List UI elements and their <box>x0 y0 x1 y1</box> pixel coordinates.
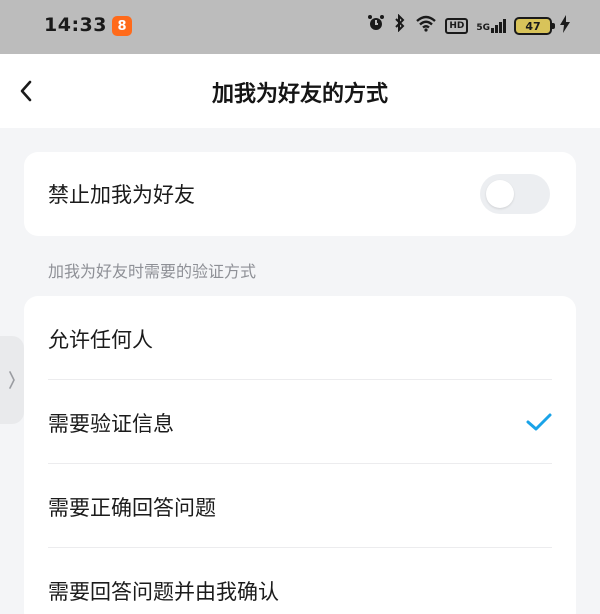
block-friend-toggle[interactable] <box>480 174 550 214</box>
battery-icon: 47 <box>514 17 555 35</box>
status-time: 14:33 <box>44 14 107 36</box>
block-friend-label: 禁止加我为好友 <box>48 183 195 207</box>
verification-options-card: 允许任何人 需要验证信息 需要正确回答问题 需要回答问题并由我确认 <box>24 296 576 614</box>
alarm-icon <box>367 14 385 38</box>
wifi-icon <box>415 14 437 38</box>
bluetooth-icon <box>393 13 407 38</box>
page-title: 加我为好友的方式 <box>211 82 388 107</box>
status-bar: 14:33 8 HD 5G 47 <box>0 0 600 54</box>
block-friend-card: 禁止加我为好友 <box>24 152 576 236</box>
app-notification-icon: 8 <box>112 16 132 36</box>
option-allow-anyone[interactable]: 允许任何人 <box>24 296 576 380</box>
charging-icon <box>560 15 570 37</box>
verification-section-label: 加我为好友时需要的验证方式 <box>48 262 257 281</box>
status-icons: HD 5G 47 <box>367 13 570 38</box>
page: 14:33 8 HD 5G 47 加我为好友的方式 禁止加我为好友 加我为好友时… <box>0 0 600 614</box>
battery-level: 47 <box>525 19 541 33</box>
signal-icon: 5G <box>476 19 506 33</box>
side-handle-chevron-icon <box>9 371 15 389</box>
side-edge-handle[interactable] <box>0 336 24 424</box>
option-label: 需要正确回答问题 <box>48 496 216 520</box>
option-label: 需要验证信息 <box>48 412 174 436</box>
nav-header: 加我为好友的方式 <box>0 54 600 128</box>
option-answer-question[interactable]: 需要正确回答问题 <box>24 464 576 548</box>
option-label: 需要回答问题并由我确认 <box>48 580 279 604</box>
option-require-verification[interactable]: 需要验证信息 <box>24 380 576 464</box>
hd-icon: HD <box>445 18 469 34</box>
toggle-knob <box>486 180 514 208</box>
check-icon <box>524 410 554 434</box>
option-label: 允许任何人 <box>48 328 153 352</box>
signal-label: 5G <box>476 23 490 33</box>
option-answer-and-confirm[interactable]: 需要回答问题并由我确认 <box>24 548 576 614</box>
